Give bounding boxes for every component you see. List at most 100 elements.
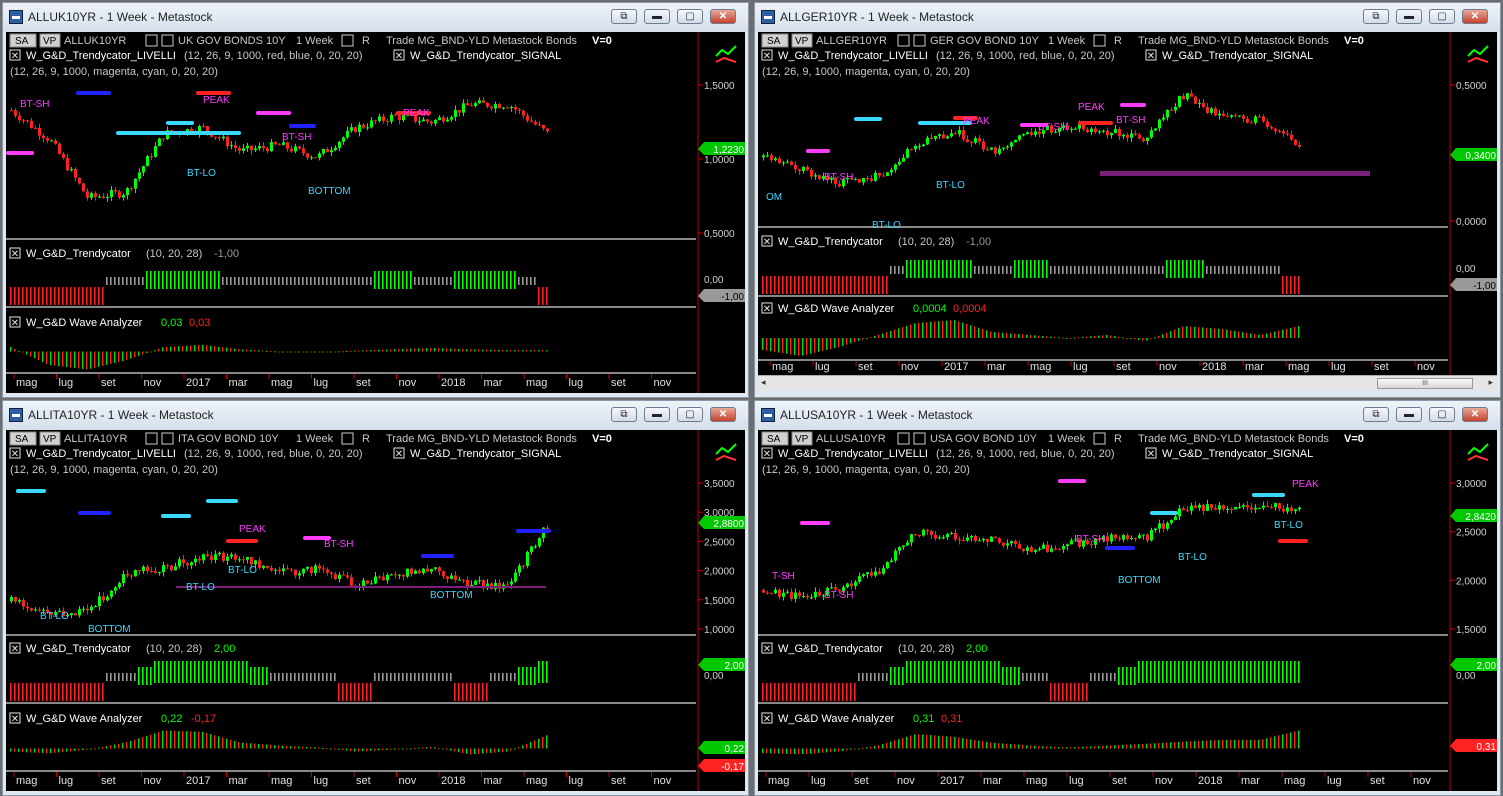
minimize-button[interactable]: ▬ (644, 9, 670, 24)
candle (1238, 506, 1241, 508)
candle (778, 589, 781, 597)
candle (70, 613, 73, 616)
title-bar[interactable]: ALLGER10YR - 1 Week - Metastock ⧉ ▬ ▢ ✕ (755, 3, 1500, 32)
title-bar[interactable]: ALLUK10YR - 1 Week - Metastock ⧉ ▬ ▢ ✕ (3, 3, 748, 32)
wave-bar (422, 348, 424, 352)
wave-bar (198, 344, 200, 352)
wave-bar (398, 349, 400, 352)
trendycator-bar (394, 673, 396, 681)
candle (882, 175, 885, 177)
chart-svg[interactable]: SA VP ALLITA10YR ITA GOV BOND 10Y 1 Week R Tra… (6, 430, 745, 791)
trend-arrows-icon[interactable] (715, 45, 737, 57)
indicator-toggle-icon[interactable] (161, 34, 174, 47)
chart-svg[interactable]: SA VP ALLGER10YR GER GOV BOND 10Y 1 Week R Tra… (758, 32, 1497, 375)
candle (22, 120, 25, 122)
trend-level-bar (161, 514, 191, 518)
date-axis-label: nov (1155, 775, 1173, 787)
signal-indicator-label: W_G&D_Trendycator_SIGNAL (410, 50, 561, 62)
indicator-toggle-icon[interactable] (913, 432, 926, 445)
wave-bar (1034, 335, 1036, 338)
restore-chart-button[interactable]: ⧉ (1363, 407, 1389, 422)
close-button[interactable]: ✕ (1462, 407, 1488, 422)
title-bar[interactable]: ALLITA10YR - 1 Week - Metastock ⧉ ▬ ▢ ✕ (3, 401, 748, 430)
restore-chart-button[interactable]: ⧉ (1363, 9, 1389, 24)
chart-area[interactable]: SA VP ALLUK10YR UK GOV BONDS 10Y 1 Week R Trad… (6, 32, 745, 393)
close-wave-analyzer-icon-glyph: ✕ (11, 318, 19, 329)
chart-area[interactable]: SA VP ALLITA10YR ITA GOV BOND 10Y 1 Week R Tra… (6, 430, 745, 791)
maximize-button[interactable]: ▢ (1429, 9, 1455, 24)
vp-label: VP (795, 36, 809, 47)
trendycator-bar (350, 277, 352, 285)
close-button[interactable]: ✕ (710, 407, 736, 422)
trendycator-bar (206, 661, 208, 683)
minimize-button[interactable]: ▬ (1396, 407, 1422, 422)
chart-window-uk[interactable]: ALLUK10YR - 1 Week - Metastock ⧉ ▬ ▢ ✕ S… (2, 2, 749, 398)
trendycator-bar (478, 271, 480, 289)
minimize-button[interactable]: ▬ (644, 407, 670, 422)
chart-area[interactable]: SA VP ALLUSA10YR USA GOV BOND 10Y 1 Week R Tra… (758, 430, 1497, 791)
symbol-dropdown-icon[interactable] (145, 34, 158, 47)
trendycator-bar (370, 683, 372, 701)
trendycator-bar (1094, 266, 1096, 274)
wave-bar (290, 351, 292, 353)
wave-bar (210, 734, 212, 749)
trendycator-bar (66, 683, 68, 701)
period-dropdown-icon[interactable] (1093, 432, 1106, 445)
indicator-toggle-icon[interactable] (161, 432, 174, 445)
trendycator-bar (262, 277, 264, 285)
candle (518, 565, 521, 573)
horizontal-scrollbar[interactable]: ◂ III ▸ (758, 375, 1497, 390)
wave-analyzer-tag: -0,17 (721, 762, 744, 773)
chart-window-ita[interactable]: ALLITA10YR - 1 Week - Metastock ⧉ ▬ ▢ ✕ … (2, 400, 749, 796)
title-bar[interactable]: ALLUSA10YR - 1 Week - Metastock ⧉ ▬ ▢ ✕ (755, 401, 1500, 430)
chart-svg[interactable]: SA VP ALLUK10YR UK GOV BONDS 10Y 1 Week R Trad… (6, 32, 745, 393)
wave-bar (1286, 733, 1288, 749)
chart-window-usa[interactable]: ALLUSA10YR - 1 Week - Metastock ⧉ ▬ ▢ ✕ … (754, 400, 1501, 796)
close-button[interactable]: ✕ (1462, 9, 1488, 24)
trend-arrows-icon[interactable] (1467, 45, 1489, 57)
trendycator-bar (418, 673, 420, 681)
restore-chart-button[interactable]: ⧉ (611, 9, 637, 24)
scroll-right-arrow[interactable]: ▸ (1488, 377, 1493, 388)
candle (242, 148, 245, 151)
trendycator-bar (1050, 266, 1052, 274)
scroll-left-arrow[interactable]: ◂ (761, 377, 766, 388)
maximize-button[interactable]: ▢ (677, 9, 703, 24)
chart-area[interactable]: SA VP ALLGER10YR GER GOV BOND 10Y 1 Week R Tra… (758, 32, 1497, 375)
symbol-label: ALLGER10YR (816, 35, 887, 47)
symbol-dropdown-icon[interactable] (897, 34, 910, 47)
wave-bar (1102, 335, 1104, 338)
livelli-params: (12, 26, 9, 1000, red, blue, 0, 20, 20) (936, 448, 1115, 460)
wave-bar (366, 350, 368, 352)
symbol-dropdown-icon[interactable] (145, 432, 158, 445)
trendycator-bar (406, 271, 408, 289)
chart-window-ger[interactable]: ALLGER10YR - 1 Week - Metastock ⧉ ▬ ▢ ✕ … (754, 2, 1501, 398)
symbol-dropdown-icon[interactable] (897, 432, 910, 445)
candle (1142, 138, 1145, 142)
candle (358, 124, 361, 132)
indicator-toggle-icon[interactable] (913, 34, 926, 47)
candle (962, 130, 965, 140)
last-price-tag: 2,8800 (713, 519, 744, 530)
period-dropdown-icon[interactable] (341, 432, 354, 445)
trendycator-bar (190, 271, 192, 289)
chart-svg[interactable]: SA VP ALLUSA10YR USA GOV BOND 10Y 1 Week R Tra… (758, 430, 1497, 791)
signal-annotation: BT-LO (40, 611, 69, 622)
price-tick-label: 1,0000 (704, 625, 735, 636)
minimize-button[interactable]: ▬ (1396, 9, 1422, 24)
wave-bar (426, 747, 428, 749)
restore-chart-button[interactable]: ⧉ (611, 407, 637, 422)
period-dropdown-icon[interactable] (341, 34, 354, 47)
maximize-button[interactable]: ▢ (1429, 407, 1455, 422)
metastock-app-icon (761, 10, 775, 24)
wave-bar (1198, 740, 1200, 749)
trend-arrows-icon[interactable] (1467, 443, 1489, 455)
trend-arrows-icon[interactable] (715, 443, 737, 455)
close-button[interactable]: ✕ (710, 9, 736, 24)
scrollbar-thumb[interactable]: III (1377, 378, 1473, 389)
maximize-button[interactable]: ▢ (677, 407, 703, 422)
trendycator-bar (1162, 661, 1164, 683)
period-dropdown-icon[interactable] (1093, 34, 1106, 47)
candle (238, 559, 241, 561)
candle (102, 596, 105, 601)
